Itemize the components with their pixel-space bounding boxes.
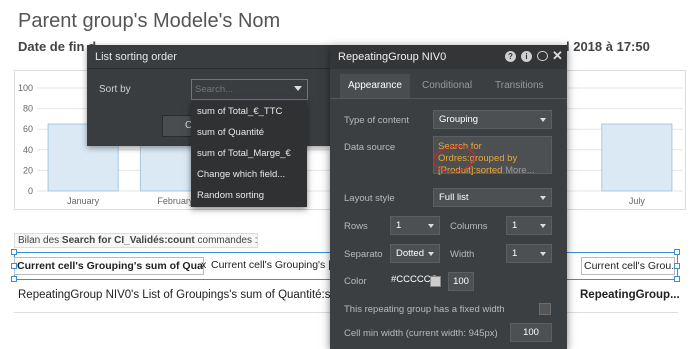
width-value: 1 xyxy=(512,248,518,259)
opacity-input[interactable]: 100 xyxy=(448,272,474,291)
width-select[interactable]: 1 xyxy=(506,244,552,263)
color-swatch[interactable] xyxy=(430,276,441,287)
color-label: Color xyxy=(344,276,367,287)
rows-label: Rows xyxy=(344,221,368,232)
more-link[interactable]: More... xyxy=(505,165,535,176)
resize-handle[interactable] xyxy=(11,276,17,282)
divider xyxy=(330,98,567,99)
resize-handle[interactable] xyxy=(674,276,680,282)
chevron-down-icon xyxy=(428,224,434,228)
min-width-input[interactable]: 100 xyxy=(510,323,552,342)
bilan-text: Bilan des Search for CI_Validés:count co… xyxy=(14,233,258,248)
rg-cell-quantity[interactable]: Current cell's Grouping's sum of Quantit… xyxy=(14,257,204,275)
rows-select[interactable]: 1 xyxy=(390,216,440,235)
x-tick-label: January xyxy=(67,196,100,206)
resize-handle[interactable] xyxy=(11,263,17,269)
sort-option[interactable]: sum of Total_€_TTC xyxy=(191,101,307,122)
sort-option[interactable]: Random sorting xyxy=(191,185,307,206)
popup-title: List sorting order xyxy=(95,51,177,63)
bilan-expression: Search for CI_Validés:count xyxy=(61,235,195,246)
sort-options-list: sum of Total_€_TTC sum of Quantité sum o… xyxy=(191,101,307,207)
type-of-content-value: Grouping xyxy=(439,114,479,125)
bilan-suffix: commandes : xyxy=(194,235,258,246)
sort-field-dropdown[interactable] xyxy=(191,79,308,100)
y-tick-label: 20 xyxy=(23,165,33,175)
chevron-down-icon xyxy=(540,118,546,122)
sort-by-label: Sort by xyxy=(99,84,131,95)
rg-cell-separator: x xyxy=(201,259,207,271)
rg-footer-text: RepeatingGroup NIV0's List of Groupings'… xyxy=(18,289,347,301)
rg-footer-right: RepeatingGroup... xyxy=(580,289,680,301)
type-of-content-label: Type of content xyxy=(344,115,409,126)
divider xyxy=(87,68,330,69)
bilan-prefix: Bilan des xyxy=(18,235,62,246)
min-width-label: Cell min width (current width: 945px) xyxy=(344,328,498,339)
columns-label: Columns xyxy=(450,221,488,232)
x-tick-label: July xyxy=(629,196,646,206)
help-icon[interactable]: ? xyxy=(505,51,516,62)
columns-select[interactable]: 1 xyxy=(506,216,552,235)
rows-value: 1 xyxy=(396,220,402,231)
date-text: Date de fin d xyxy=(18,39,97,54)
element-name[interactable]: RepeatingGroup NIV0 xyxy=(338,51,446,63)
resize-handle[interactable] xyxy=(11,249,17,255)
layout-style-value: Full list xyxy=(439,192,469,203)
columns-value: 1 xyxy=(512,220,518,231)
y-tick-label: 60 xyxy=(23,124,33,134)
rg-cell-product[interactable]: Current cell's Grouping's [Pro xyxy=(211,259,337,271)
chart-bar xyxy=(601,123,673,192)
y-tick-label: 80 xyxy=(23,104,33,114)
sort-option[interactable]: Change which field... xyxy=(191,164,307,185)
sort-option[interactable]: sum of Quantité xyxy=(191,122,307,143)
date-text-end: l 2018 à 17:50 xyxy=(566,39,650,54)
separator-select[interactable]: Dotted xyxy=(390,244,440,263)
x-tick-label: February xyxy=(157,196,194,206)
sort-option[interactable]: sum of Total_Marge_€ xyxy=(191,143,307,164)
chevron-down-icon[interactable] xyxy=(294,86,302,91)
separator-value: Dotted xyxy=(396,248,424,259)
info-icon[interactable]: i xyxy=(521,51,532,62)
width-label: Width xyxy=(450,249,475,260)
property-editor: RepeatingGroup NIV0 ? i ✕ Appearance Con… xyxy=(330,45,567,349)
tab-conditional[interactable]: Conditional xyxy=(422,74,472,98)
sort-search-input[interactable] xyxy=(195,82,291,97)
resize-handle[interactable] xyxy=(674,263,680,269)
y-tick-label: 0 xyxy=(28,186,33,196)
page-title: Parent group's Modele's Nom xyxy=(18,10,281,32)
data-source-label: Data source xyxy=(344,142,396,153)
resize-handle[interactable] xyxy=(674,249,680,255)
y-tick-label: 40 xyxy=(23,145,33,155)
close-icon[interactable]: ✕ xyxy=(552,48,563,64)
type-of-content-select[interactable]: Grouping xyxy=(433,110,552,129)
property-editor-header[interactable]: RepeatingGroup NIV0 ? i ✕ xyxy=(330,45,567,69)
chevron-down-icon xyxy=(540,224,546,228)
rg-cell-group[interactable]: Current cell's Grou... xyxy=(581,257,675,275)
chevron-down-icon xyxy=(540,196,546,200)
y-tick-label: 100 xyxy=(18,83,33,93)
chevron-down-icon xyxy=(540,252,546,256)
separator-label: Separato xyxy=(344,249,383,260)
tab-transitions[interactable]: Transitions xyxy=(495,74,544,98)
fixed-width-checkbox[interactable] xyxy=(539,303,551,315)
comment-icon[interactable] xyxy=(537,51,548,61)
chevron-down-icon xyxy=(428,252,434,256)
fixed-width-label: This repeating group has a fixed width xyxy=(344,304,505,315)
tab-appearance[interactable]: Appearance xyxy=(340,74,410,98)
layout-style-select[interactable]: Full list xyxy=(433,188,552,207)
layout-style-label: Layout style xyxy=(344,193,395,204)
